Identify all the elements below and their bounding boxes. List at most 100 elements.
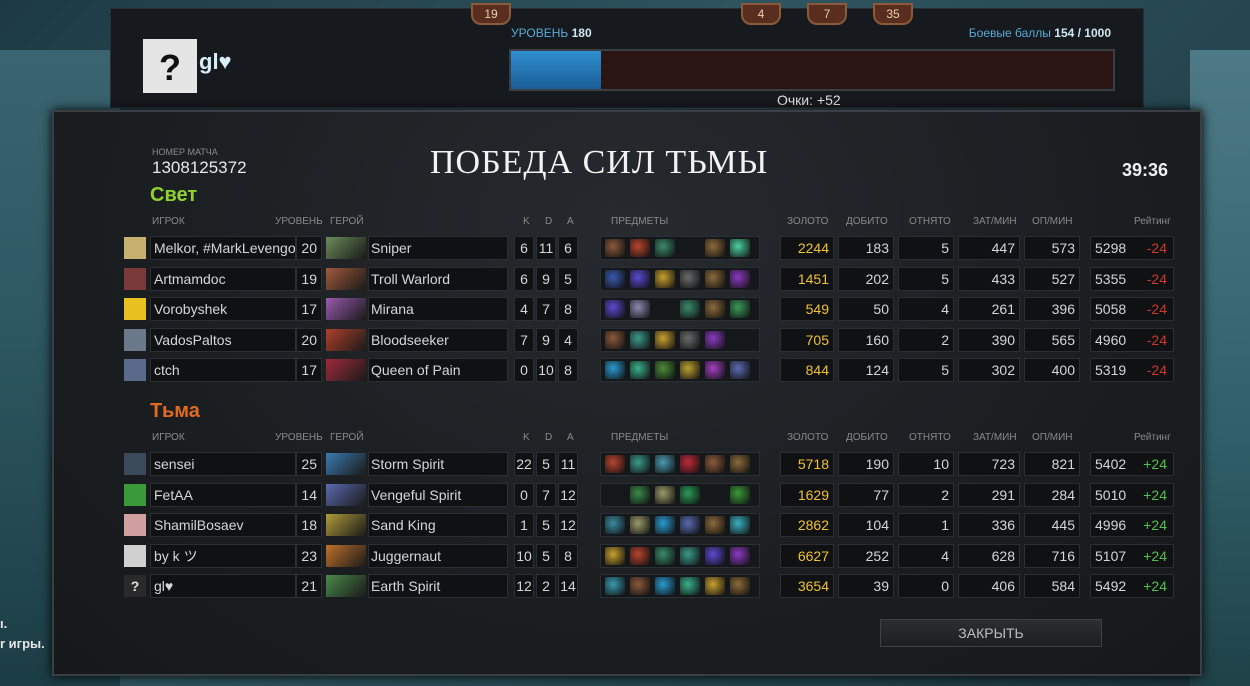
item-icon[interactable] [655, 269, 675, 288]
item-icon[interactable] [630, 269, 650, 288]
item-icon[interactable] [680, 546, 700, 565]
assists: 8 [558, 543, 578, 568]
item-icon[interactable] [705, 330, 725, 349]
item-icon[interactable] [730, 485, 750, 504]
hero-portrait-icon[interactable] [326, 483, 366, 506]
player-row[interactable]: sensei 25 Storm Spirit 22 5 11 5718 190 10 723 821… [124, 452, 1174, 476]
item-icon[interactable] [630, 485, 650, 504]
item-icon[interactable] [705, 577, 725, 595]
item-icon[interactable] [630, 577, 650, 595]
column-header-last-hits: ДОБИТО [846, 216, 888, 227]
player-name[interactable]: FetAA [150, 482, 296, 507]
item-icon[interactable] [655, 577, 675, 595]
item-icon[interactable] [605, 577, 625, 595]
player-row[interactable]: VadosPaltos 20 Bloodseeker 7 9 4 705 160 2 390 565… [124, 327, 1174, 352]
player-name[interactable]: Vorobyshek [150, 297, 296, 321]
item-icon[interactable] [680, 516, 700, 534]
item-icon[interactable] [605, 239, 625, 257]
item-icon[interactable] [630, 361, 650, 379]
player-avatar[interactable] [124, 267, 146, 290]
player-avatar[interactable] [124, 359, 146, 381]
player-name[interactable]: sensei [150, 452, 296, 476]
player-row[interactable]: ctch 17 Queen of Pain 0 10 8 844 124 5 302 400 5319… [124, 358, 1174, 382]
item-icon[interactable] [605, 455, 625, 473]
hero-portrait-icon[interactable] [326, 298, 366, 320]
player-avatar[interactable] [124, 298, 146, 320]
item-icon[interactable] [605, 330, 625, 349]
player-row[interactable]: Melkor, #MarkLevengo 20 Sniper 6 11 6 2244 183 5… [124, 236, 1174, 260]
player-row[interactable]: ShamilBosaev 18 Sand King 1 5 12 2862 104 1 336 44… [124, 513, 1174, 537]
player-name[interactable]: by k ツ [150, 543, 296, 568]
item-icon[interactable] [730, 269, 750, 288]
player-avatar[interactable] [124, 544, 146, 567]
player-row[interactable]: FetAA 14 Vengeful Spirit 0 7 12 1629 77 2 291 284 5… [124, 482, 1174, 507]
item-icon[interactable] [730, 516, 750, 534]
item-icon[interactable] [680, 361, 700, 379]
item-icon[interactable] [730, 455, 750, 473]
item-icon[interactable] [655, 546, 675, 565]
player-name[interactable]: Melkor, #MarkLevengo [150, 236, 296, 260]
item-icon[interactable] [655, 330, 675, 349]
close-button[interactable]: ЗАКРЫТЬ [880, 619, 1102, 647]
item-icon[interactable] [705, 361, 725, 379]
item-icon[interactable] [655, 516, 675, 534]
item-icon[interactable] [705, 300, 725, 318]
hero-portrait-icon[interactable] [326, 453, 366, 475]
item-icon[interactable] [680, 300, 700, 318]
item-icon[interactable] [730, 361, 750, 379]
item-icon[interactable] [730, 300, 750, 318]
item-icon[interactable] [605, 300, 625, 318]
item-icon[interactable] [730, 239, 750, 257]
item-icon[interactable] [680, 455, 700, 473]
item-icon[interactable] [630, 455, 650, 473]
player-name[interactable]: ShamilBosaev [150, 513, 296, 537]
player-row[interactable]: Vorobyshek 17 Mirana 4 7 8 549 50 4 261 396 5058 -24 [124, 297, 1174, 321]
player-row[interactable]: by k ツ 23 Juggernaut 10 5 8 6627 252 4 628 716 5107… [124, 543, 1174, 568]
item-icon[interactable] [605, 546, 625, 565]
item-icon[interactable] [655, 239, 675, 257]
item-icon[interactable] [730, 577, 750, 595]
item-icon[interactable] [630, 330, 650, 349]
player-row[interactable]: ? gl♥ 21 Earth Spirit 12 2 14 3654 39 0 406 584 5492… [124, 574, 1174, 598]
player-avatar[interactable] [124, 514, 146, 536]
item-icon[interactable] [630, 300, 650, 318]
hero-portrait-icon[interactable] [326, 544, 366, 567]
deaths: 7 [536, 482, 556, 507]
player-avatar[interactable] [124, 328, 146, 351]
item-icon[interactable] [605, 361, 625, 379]
item-icon[interactable] [630, 546, 650, 565]
item-icon[interactable] [655, 361, 675, 379]
player-name[interactable]: Artmamdoc [150, 266, 296, 291]
item-icon[interactable] [705, 239, 725, 257]
player-avatar[interactable]: ? [124, 575, 146, 597]
item-icon[interactable] [680, 269, 700, 288]
item-icon[interactable] [705, 546, 725, 565]
item-icon[interactable] [655, 455, 675, 473]
item-icon[interactable] [630, 516, 650, 534]
hero-portrait-icon[interactable] [326, 267, 366, 290]
player-avatar[interactable] [124, 237, 146, 259]
item-icon[interactable] [655, 485, 675, 504]
item-icon[interactable] [680, 577, 700, 595]
hero-portrait-icon[interactable] [326, 237, 366, 259]
player-name[interactable]: gl♥ [150, 574, 296, 598]
player-row[interactable]: Artmamdoc 19 Troll Warlord 6 9 5 1451 202 5 433 52… [124, 266, 1174, 291]
player-avatar[interactable] [124, 453, 146, 475]
item-icon[interactable] [630, 239, 650, 257]
hero-portrait-icon[interactable] [326, 328, 366, 351]
item-icon[interactable] [605, 269, 625, 288]
hero-portrait-icon[interactable] [326, 575, 366, 597]
hero-portrait-icon[interactable] [326, 514, 366, 536]
item-icon[interactable] [730, 546, 750, 565]
item-icon[interactable] [705, 516, 725, 534]
player-avatar[interactable] [124, 483, 146, 506]
item-icon[interactable] [705, 269, 725, 288]
item-icon[interactable] [680, 485, 700, 504]
item-icon[interactable] [605, 516, 625, 534]
player-name[interactable]: VadosPaltos [150, 327, 296, 352]
item-icon[interactable] [680, 330, 700, 349]
profile-avatar[interactable]: ? [143, 39, 197, 93]
hero-portrait-icon[interactable] [326, 359, 366, 381]
item-icon[interactable] [705, 455, 725, 473]
player-name[interactable]: ctch [150, 358, 296, 382]
